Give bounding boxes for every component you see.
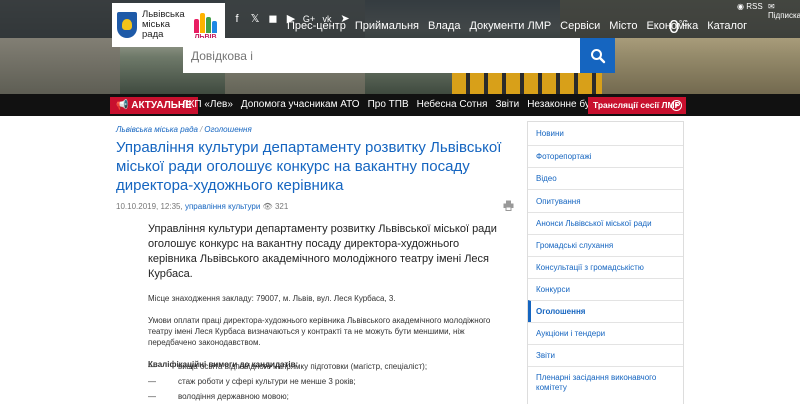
breadcrumb-current[interactable]: Оголошення xyxy=(204,125,251,134)
sidebar-item-news[interactable]: Новини xyxy=(528,122,683,145)
sidebar-item-auctions[interactable]: Аукціони і тендери xyxy=(528,322,683,344)
rss-link[interactable]: ◉ RSS xyxy=(737,2,763,11)
news-link-ato[interactable]: Допомога учасникам АТО xyxy=(241,99,360,110)
article-meta: 10.10.2019, 12:35, управління культури 👁… xyxy=(116,202,288,211)
news-links: ЛКП «Лев» Допомога учасникам АТО Про ТПВ… xyxy=(182,99,635,110)
nav-documents[interactable]: Документи ЛМР xyxy=(469,20,551,32)
page-title: Управління культури департаменту розвитк… xyxy=(116,139,502,194)
article-lead: Управління культури департаменту розвитк… xyxy=(148,223,497,280)
search-bar xyxy=(183,38,615,73)
sidebar-item-consultations[interactable]: Консультації з громадськістю xyxy=(528,256,683,278)
instagram-icon[interactable]: ◼ xyxy=(266,12,280,26)
top-navigation: f 𝕏 ◼ ▶ G+ vk ➤ ◉ RSS ✉ Підписка Прес-це… xyxy=(225,0,800,38)
search-icon xyxy=(590,48,605,63)
sidebar-item-hearings[interactable]: Громадські слухання xyxy=(528,234,683,256)
broadcast-icon: ● xyxy=(671,100,682,111)
sidebar-item-executive-meetings[interactable]: Пленарні засідання виконавчого комітету xyxy=(528,366,683,396)
search-button[interactable] xyxy=(580,38,615,73)
lviv-crest-icon xyxy=(117,12,137,38)
news-link-heavenly-hundred[interactable]: Небесна Сотня xyxy=(417,99,488,110)
eye-icon: 👁 xyxy=(262,202,273,211)
news-link-tpv[interactable]: Про ТПВ xyxy=(368,99,409,110)
lviv-brand-logo: ЛЬВІВ xyxy=(192,9,219,41)
nav-services[interactable]: Сервіси xyxy=(560,20,600,32)
weather-widget: 0°C xyxy=(669,17,688,37)
sidebar-item-ads[interactable]: Оголошення xyxy=(528,300,683,322)
sidebar-item-polls[interactable]: Опитування xyxy=(528,189,683,212)
sidebar-item-contests[interactable]: Конкурси xyxy=(528,278,683,300)
live-broadcast-button[interactable]: Трансляції сесії ЛМР ● xyxy=(588,97,686,114)
news-bar: 📢 АКТУАЛЬНЕ ЛКП «Лев» Допомога учасникам… xyxy=(0,94,800,116)
twitter-icon[interactable]: 𝕏 xyxy=(248,12,262,26)
nav-government[interactable]: Влада xyxy=(428,20,460,32)
nav-reception[interactable]: Приймальня xyxy=(355,20,419,32)
sidebar-item-announcements[interactable]: Анонси Львівської міської ради xyxy=(528,212,683,234)
article-address: Місце знаходження закладу: 79007, м. Льв… xyxy=(148,294,396,303)
logo-text: Львівська міська рада xyxy=(142,9,185,40)
article-date: 10.10.2019, 12:35, xyxy=(116,202,183,211)
nav-press-center[interactable]: Прес-центр xyxy=(287,20,346,32)
article-views: 321 xyxy=(274,202,289,211)
print-icon[interactable] xyxy=(503,200,514,211)
breadcrumb: Львівська міська рада / Оголошення xyxy=(116,125,252,134)
nav-catalog[interactable]: Каталог xyxy=(707,20,747,32)
article-body: Управління культури департаменту розвитк… xyxy=(148,222,503,370)
breadcrumb-home[interactable]: Львівська міська рада xyxy=(116,125,198,134)
news-link-reports[interactable]: Звіти xyxy=(495,99,519,110)
subscribe-link[interactable]: ✉ Підписка xyxy=(768,2,800,20)
facebook-icon[interactable]: f xyxy=(230,12,244,26)
article-department[interactable]: управління культури xyxy=(185,202,260,211)
sidebar-item-photo[interactable]: Фоторепортажі xyxy=(528,145,683,167)
search-input[interactable] xyxy=(183,38,580,73)
sidebar-item-video[interactable]: Відео xyxy=(528,167,683,189)
nav-city[interactable]: Місто xyxy=(609,20,637,32)
article-salary: Умови оплати праці директора-художнього … xyxy=(148,316,491,347)
news-link-lkp-lev[interactable]: ЛКП «Лев» xyxy=(182,99,233,110)
sidebar: Новини Фоторепортажі Відео Опитування Ан… xyxy=(527,121,684,404)
sidebar-item-reports[interactable]: Звіти xyxy=(528,344,683,366)
